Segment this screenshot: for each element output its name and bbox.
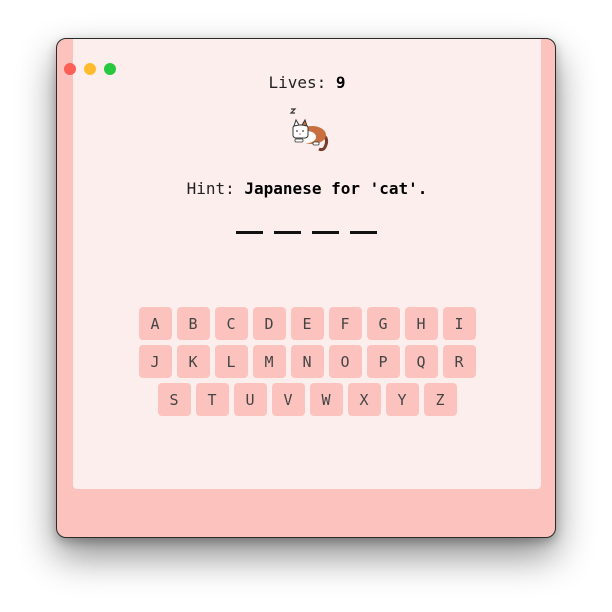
key-k[interactable]: K xyxy=(176,345,210,378)
key-i[interactable]: I xyxy=(442,307,476,340)
key-x[interactable]: X xyxy=(347,383,381,416)
key-f[interactable]: F xyxy=(328,307,362,340)
hint-display: Hint: Japanese for 'cat'. xyxy=(73,179,541,198)
key-b[interactable]: B xyxy=(176,307,210,340)
key-p[interactable]: P xyxy=(366,345,400,378)
key-a[interactable]: A xyxy=(138,307,172,340)
key-n[interactable]: N xyxy=(290,345,324,378)
keyboard-row: S T U V W X Y Z xyxy=(73,383,541,416)
sleeping-cat-icon xyxy=(289,108,329,152)
key-d[interactable]: D xyxy=(252,307,286,340)
key-r[interactable]: R xyxy=(442,345,476,378)
game-panel: Lives: 9 Hint: Japanese for 'cat'. A B C… xyxy=(73,39,541,489)
minimize-window-button[interactable] xyxy=(84,63,96,75)
letter-blank xyxy=(274,231,301,234)
letter-blank xyxy=(236,231,263,234)
letter-blank xyxy=(312,231,339,234)
key-z[interactable]: Z xyxy=(423,383,457,416)
app-window: Lives: 9 Hint: Japanese for 'cat'. A B C… xyxy=(56,38,556,538)
lives-value: 9 xyxy=(335,73,346,92)
key-y[interactable]: Y xyxy=(385,383,419,416)
key-u[interactable]: U xyxy=(233,383,267,416)
key-l[interactable]: L xyxy=(214,345,248,378)
hint-text: Japanese for 'cat'. xyxy=(244,179,428,198)
key-c[interactable]: C xyxy=(214,307,248,340)
key-w[interactable]: W xyxy=(309,383,343,416)
keyboard-row: A B C D E F G H I xyxy=(73,307,541,340)
close-window-button[interactable] xyxy=(64,63,76,75)
key-v[interactable]: V xyxy=(271,383,305,416)
keyboard-row: J K L M N O P Q R xyxy=(73,345,541,378)
letter-blank xyxy=(350,231,377,234)
key-q[interactable]: Q xyxy=(404,345,438,378)
lives-display: Lives: 9 xyxy=(73,73,541,92)
key-h[interactable]: H xyxy=(404,307,438,340)
key-o[interactable]: O xyxy=(328,345,362,378)
zoom-window-button[interactable] xyxy=(104,63,116,75)
key-g[interactable]: G xyxy=(366,307,400,340)
lives-label: Lives: xyxy=(268,73,327,92)
hint-label: Hint: xyxy=(186,179,235,198)
key-t[interactable]: T xyxy=(195,383,229,416)
key-j[interactable]: J xyxy=(138,345,172,378)
key-m[interactable]: M xyxy=(252,345,286,378)
letter-keyboard: A B C D E F G H I J K L M N O P Q R S T … xyxy=(73,307,541,421)
key-e[interactable]: E xyxy=(290,307,324,340)
word-blanks xyxy=(236,231,377,234)
key-s[interactable]: S xyxy=(157,383,191,416)
